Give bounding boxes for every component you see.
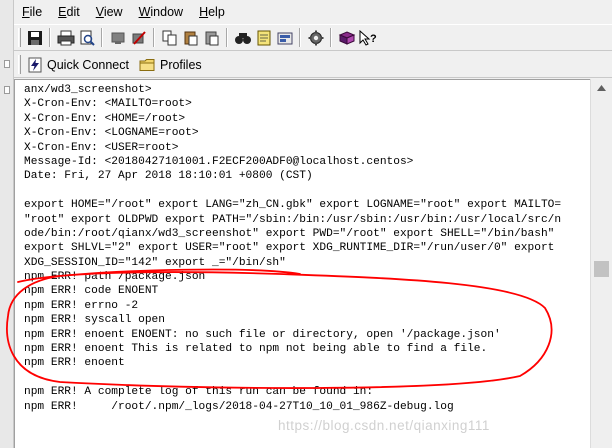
terminal-line: Message-Id: <20180427101001.F2ECF200ADF0… — [24, 155, 414, 168]
settings-icon[interactable] — [274, 27, 295, 48]
terminal-line: ode/bin:/root/qianx/wd3_screenshot" expo… — [24, 227, 555, 240]
menu-window[interactable]: Window — [131, 0, 191, 24]
terminal-line: npm ERR! path /package.json — [24, 271, 206, 284]
quick-connect-label: Quick Connect — [47, 57, 129, 72]
toolbar-separator — [330, 28, 332, 47]
left-window-edge — [0, 0, 14, 448]
toolbar-separator — [226, 28, 228, 47]
options-icon[interactable] — [305, 27, 326, 48]
terminal-line: npm ERR! code ENOENT — [24, 285, 159, 298]
terminal-line: X-Cron-Env: <HOME=/root> — [24, 112, 186, 125]
terminal-output[interactable]: anx/wd3_screenshot> X-Cron-Env: <MAILTO=… — [14, 79, 590, 448]
paste-icon[interactable] — [180, 27, 201, 48]
session-bar-grip[interactable] — [18, 55, 21, 74]
session-bar: Quick Connect Profiles — [14, 52, 612, 78]
profiles-button[interactable]: Profiles — [135, 54, 208, 76]
menu-help[interactable]: Help — [191, 0, 233, 24]
book-icon[interactable] — [336, 27, 357, 48]
menu-file[interactable]: File — [14, 0, 50, 24]
terminal-line: "root" export OLDPWD export PATH="/sbin:… — [24, 213, 562, 226]
toolbar-grip[interactable] — [18, 28, 21, 47]
lightning-icon — [28, 57, 42, 72]
paste-special-icon[interactable] — [201, 27, 222, 48]
toolbar-separator — [101, 28, 103, 47]
profiles-label: Profiles — [159, 57, 202, 72]
terminal-line: X-Cron-Env: <LOGNAME=root> — [24, 127, 199, 140]
terminal-line: npm ERR! enoent — [24, 357, 125, 370]
terminal-line: anx/wd3_screenshot> — [24, 84, 152, 96]
terminal-line: export HOME="/root" export LANG="zh_CN.g… — [24, 199, 562, 212]
svg-text:?: ? — [370, 33, 377, 45]
find-icon[interactable] — [232, 27, 253, 48]
menu-edit[interactable]: Edit — [50, 0, 88, 24]
terminal-line: npm ERR! enoent ENOENT: no such file or … — [24, 328, 501, 341]
copy-icon[interactable] — [159, 27, 180, 48]
print-icon[interactable] — [55, 27, 76, 48]
quick-connect-button[interactable]: Quick Connect — [24, 54, 135, 76]
terminal-line: X-Cron-Env: <USER=root> — [24, 141, 179, 154]
terminal-line: npm ERR! A complete log of this run can … — [24, 386, 374, 399]
menu-view[interactable]: View — [88, 0, 131, 24]
connect-icon[interactable] — [107, 27, 128, 48]
terminal-line: Date: Fri, 27 Apr 2018 18:10:01 +0800 (C… — [24, 170, 313, 183]
terminal-line: npm ERR! enoent This is related to npm n… — [24, 343, 488, 356]
terminal-line: X-Cron-Env: <MAILTO=root> — [24, 98, 192, 111]
terminal-line: npm ERR! /root/.npm/_logs/2018-04-27T10_… — [24, 400, 454, 413]
watermark: https://blog.csdn.net/qianxing111 — [278, 418, 490, 433]
notes-icon[interactable] — [253, 27, 274, 48]
vertical-scrollbar[interactable] — [590, 79, 612, 448]
save-icon[interactable] — [24, 27, 45, 48]
scroll-thumb[interactable] — [594, 261, 609, 277]
terminal-line: XDG_SESSION_ID="142" export _="/bin/sh" — [24, 256, 286, 269]
terminal-line: export SHLVL="2" export USER="root" expo… — [24, 242, 555, 255]
toolbar-separator — [49, 28, 51, 47]
menu-bar: File Edit View Window Help — [14, 0, 612, 24]
disconnect-icon[interactable] — [128, 27, 149, 48]
toolbar: ? — [14, 24, 612, 51]
edge-marker — [4, 60, 10, 68]
scroll-up-arrow-icon[interactable] — [591, 79, 612, 96]
print-preview-icon[interactable] — [76, 27, 97, 48]
terminal-line: npm ERR! syscall open — [24, 314, 165, 327]
help-icon[interactable]: ? — [357, 27, 378, 48]
terminal-line: npm ERR! errno -2 — [24, 299, 139, 312]
folder-icon — [139, 58, 155, 71]
toolbar-separator — [299, 28, 301, 47]
toolbar-separator — [153, 28, 155, 47]
edge-marker — [4, 86, 10, 94]
